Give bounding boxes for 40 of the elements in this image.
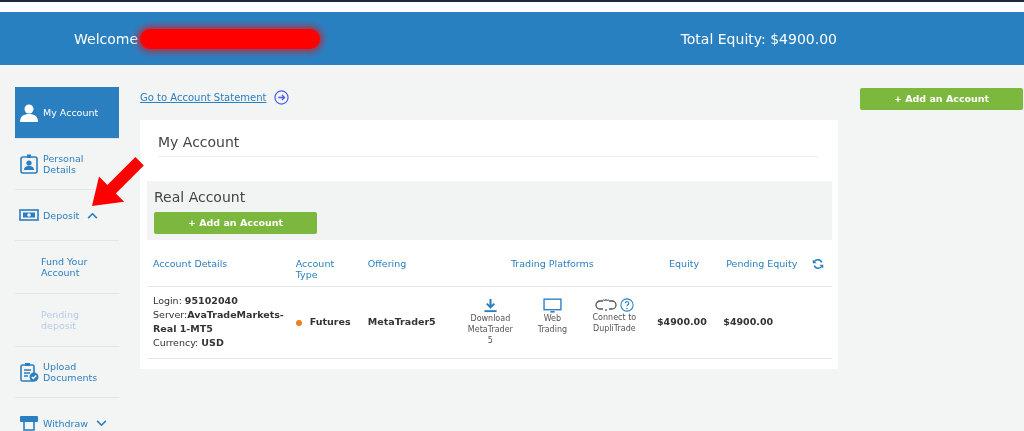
broken-link-icon [594, 297, 617, 312]
monitor-icon [542, 297, 562, 313]
column-header: Trading Platforms [453, 249, 651, 286]
sidebar-subitem[interactable]: Fund Your Account [15, 241, 119, 294]
account-detail: Server:AvaTradeMarkets-Real 1-MT5 [153, 307, 284, 336]
column-header: Account Details [147, 249, 290, 286]
user-icon [19, 102, 39, 123]
atm-icon [19, 413, 39, 431]
sidebar-item[interactable]: Upload Documents [15, 347, 119, 398]
account-statement-link[interactable]: Go to Account Statement [140, 91, 267, 103]
refresh-icon[interactable] [812, 257, 825, 270]
sidebar-item[interactable]: Withdraw [15, 398, 119, 431]
table-cell: MetaTrader5 [367, 316, 436, 327]
column-header: Pending Equity [717, 249, 807, 286]
platform-link[interactable]: Download MetaTrader 5 [466, 312, 515, 346]
card-title: My Account [158, 130, 819, 157]
platform-link[interactable]: Web Trading [528, 312, 577, 335]
caret-icon[interactable] [87, 211, 99, 219]
table-cell: $4900.00 [656, 316, 707, 327]
section-title: Real Account [154, 189, 247, 205]
column-header: Equity [650, 249, 718, 286]
welcome-text: Welcome [74, 30, 139, 47]
help-icon[interactable] [619, 297, 634, 312]
table-cell: Futures [309, 316, 351, 327]
caret-icon[interactable] [96, 419, 108, 427]
sidebar-item[interactable]: My Account [15, 87, 119, 139]
arrow-circle-icon[interactable] [274, 89, 290, 105]
add-account-button[interactable]: + Add an Account [154, 211, 317, 234]
total-equity: Total Equity: $4900.00 [680, 30, 837, 47]
column-header: Offering [361, 249, 454, 286]
badge-icon [19, 154, 39, 174]
clipboard-icon [19, 362, 39, 382]
account-detail: Currency: USD [153, 335, 225, 350]
download-icon [482, 297, 498, 313]
add-account-button[interactable]: + Add an Account [860, 87, 1023, 110]
status-dot [295, 319, 302, 326]
platform-link[interactable]: Connect to DupliTrade [590, 311, 639, 334]
table-cell: $4900.00 [723, 316, 774, 327]
account-detail: Login: 95102040 [153, 293, 239, 308]
column-header: Account Type [289, 249, 362, 286]
